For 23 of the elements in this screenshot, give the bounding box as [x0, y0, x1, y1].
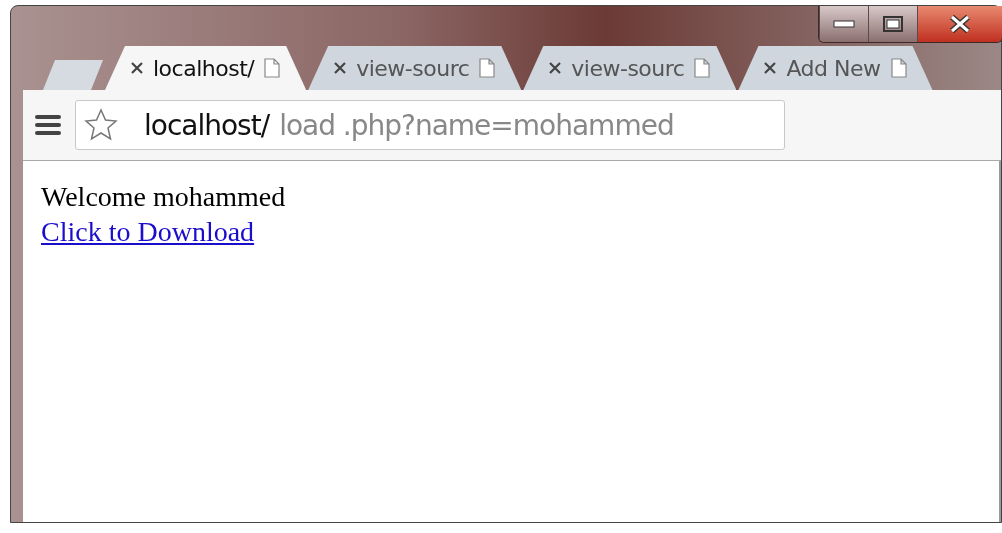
- close-icon[interactable]: [334, 62, 347, 74]
- close-button[interactable]: [917, 6, 1002, 42]
- star-icon[interactable]: [84, 108, 118, 142]
- close-icon[interactable]: [549, 62, 562, 74]
- minimize-button[interactable]: [819, 6, 868, 42]
- maximize-icon: [883, 16, 903, 32]
- page-icon: [479, 58, 496, 78]
- browser-tab[interactable]: localhost/: [105, 46, 307, 90]
- page-icon: [264, 58, 281, 78]
- download-link[interactable]: Click to Download: [41, 214, 255, 249]
- close-icon[interactable]: [131, 62, 143, 74]
- minimize-icon: [833, 20, 855, 28]
- address-field[interactable]: localhost/ load .php?name=mohammed: [75, 100, 785, 150]
- browser-tab[interactable]: Add New: [738, 46, 933, 90]
- browser-tab[interactable]: view-sourc: [523, 46, 737, 90]
- close-icon[interactable]: [764, 62, 777, 74]
- maximize-button[interactable]: [868, 6, 917, 42]
- welcome-text: Welcome mohammed: [41, 180, 287, 214]
- menu-icon[interactable]: [35, 114, 61, 136]
- browser-tab[interactable]: view-sourc: [308, 46, 522, 90]
- page-icon: [890, 58, 907, 78]
- page-icon: [694, 58, 711, 78]
- close-icon: [949, 14, 971, 34]
